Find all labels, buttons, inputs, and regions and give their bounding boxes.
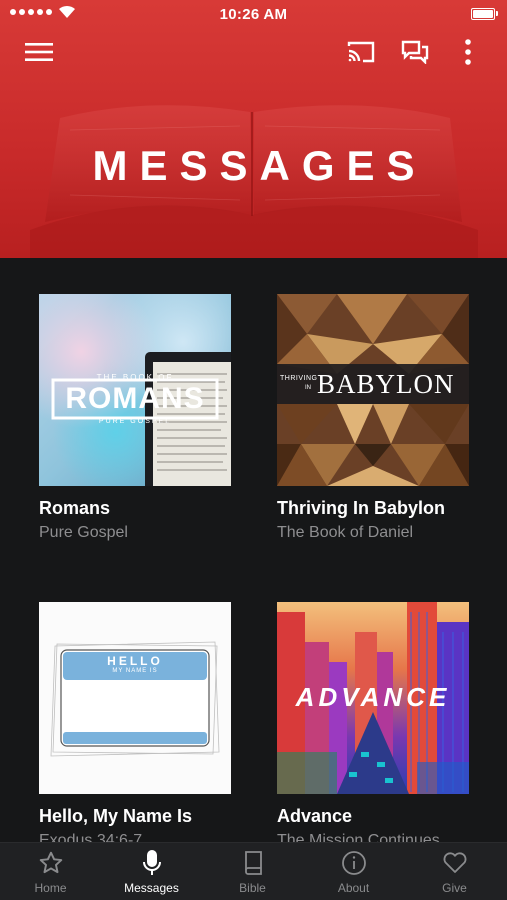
status-bar: 10:26 AM <box>0 0 507 28</box>
advance-art-headline: ADVANCE <box>295 682 451 712</box>
romans-art-headline: ROMANS <box>65 382 205 415</box>
star-icon <box>0 848 101 878</box>
series-subtitle: Pure Gospel <box>39 524 128 541</box>
series-artwork-romans[interactable]: THE BOOK OF ROMANS PURE GOSPEL <box>39 294 231 486</box>
bottom-tab-bar: Home Messages Bible About Give <box>0 842 507 900</box>
tab-label: Messages <box>124 881 179 895</box>
romans-art-kicker: THE BOOK OF <box>96 373 174 382</box>
book-icon <box>202 848 303 878</box>
series-subtitle: The Book of Daniel <box>277 524 414 541</box>
series-card-advance[interactable]: ADVANCE Advance The Mission Continues <box>277 602 469 843</box>
series-card-thriving-in-babylon[interactable]: THRIVING IN BABYLON Thriving In Babylon … <box>277 294 469 542</box>
series-card-hello-my-name-is[interactable]: HELLO MY NAME IS Hello, My Name Is Exodu… <box>39 602 231 843</box>
babylon-art-kicker-bottom: IN <box>305 385 311 391</box>
hello-art-tagline: MY NAME IS <box>112 668 158 674</box>
tab-messages[interactable]: Messages <box>101 843 202 900</box>
series-title: Thriving In Babylon <box>277 498 446 518</box>
series-card-romans[interactable]: THE BOOK OF ROMANS PURE GOSPEL Romans Pu… <box>39 294 231 542</box>
page-title: MESSAGES <box>92 142 427 189</box>
tab-label: About <box>337 881 370 895</box>
series-title: Advance <box>277 806 353 826</box>
header-banner: MESSAGES <box>0 0 507 258</box>
microphone-icon <box>101 848 202 878</box>
series-title: Hello, My Name Is <box>39 806 193 826</box>
tab-label: Home <box>34 881 67 895</box>
tab-label: Give <box>442 881 467 895</box>
menu-icon[interactable] <box>19 32 59 72</box>
tab-about[interactable]: About <box>303 843 404 900</box>
hello-art-headline: HELLO <box>107 654 163 668</box>
tab-give[interactable]: Give <box>404 843 505 900</box>
battery-icon <box>471 8 498 20</box>
status-time: 10:26 AM <box>219 6 288 23</box>
series-artwork-advance[interactable]: ADVANCE <box>277 602 469 794</box>
babylon-art-kicker-top: THRIVING <box>280 375 318 382</box>
info-icon <box>303 848 404 878</box>
babylon-art-headline: BABYLON <box>317 369 455 399</box>
cast-icon[interactable] <box>341 32 381 72</box>
app-toolbar <box>0 28 507 78</box>
series-artwork-babylon[interactable]: THRIVING IN BABYLON <box>277 294 469 486</box>
tab-home[interactable]: Home <box>0 843 101 900</box>
heart-icon <box>404 848 505 878</box>
tab-label: Bible <box>239 881 266 895</box>
romans-art-tagline: PURE GOSPEL <box>98 418 172 425</box>
more-vert-icon[interactable] <box>448 32 488 72</box>
series-title: Romans <box>39 498 111 518</box>
chat-icon[interactable] <box>395 32 435 72</box>
series-grid: THE BOOK OF ROMANS PURE GOSPEL Romans Pu… <box>0 258 507 843</box>
series-artwork-hello[interactable]: HELLO MY NAME IS <box>39 602 231 794</box>
tab-bible[interactable]: Bible <box>202 843 303 900</box>
